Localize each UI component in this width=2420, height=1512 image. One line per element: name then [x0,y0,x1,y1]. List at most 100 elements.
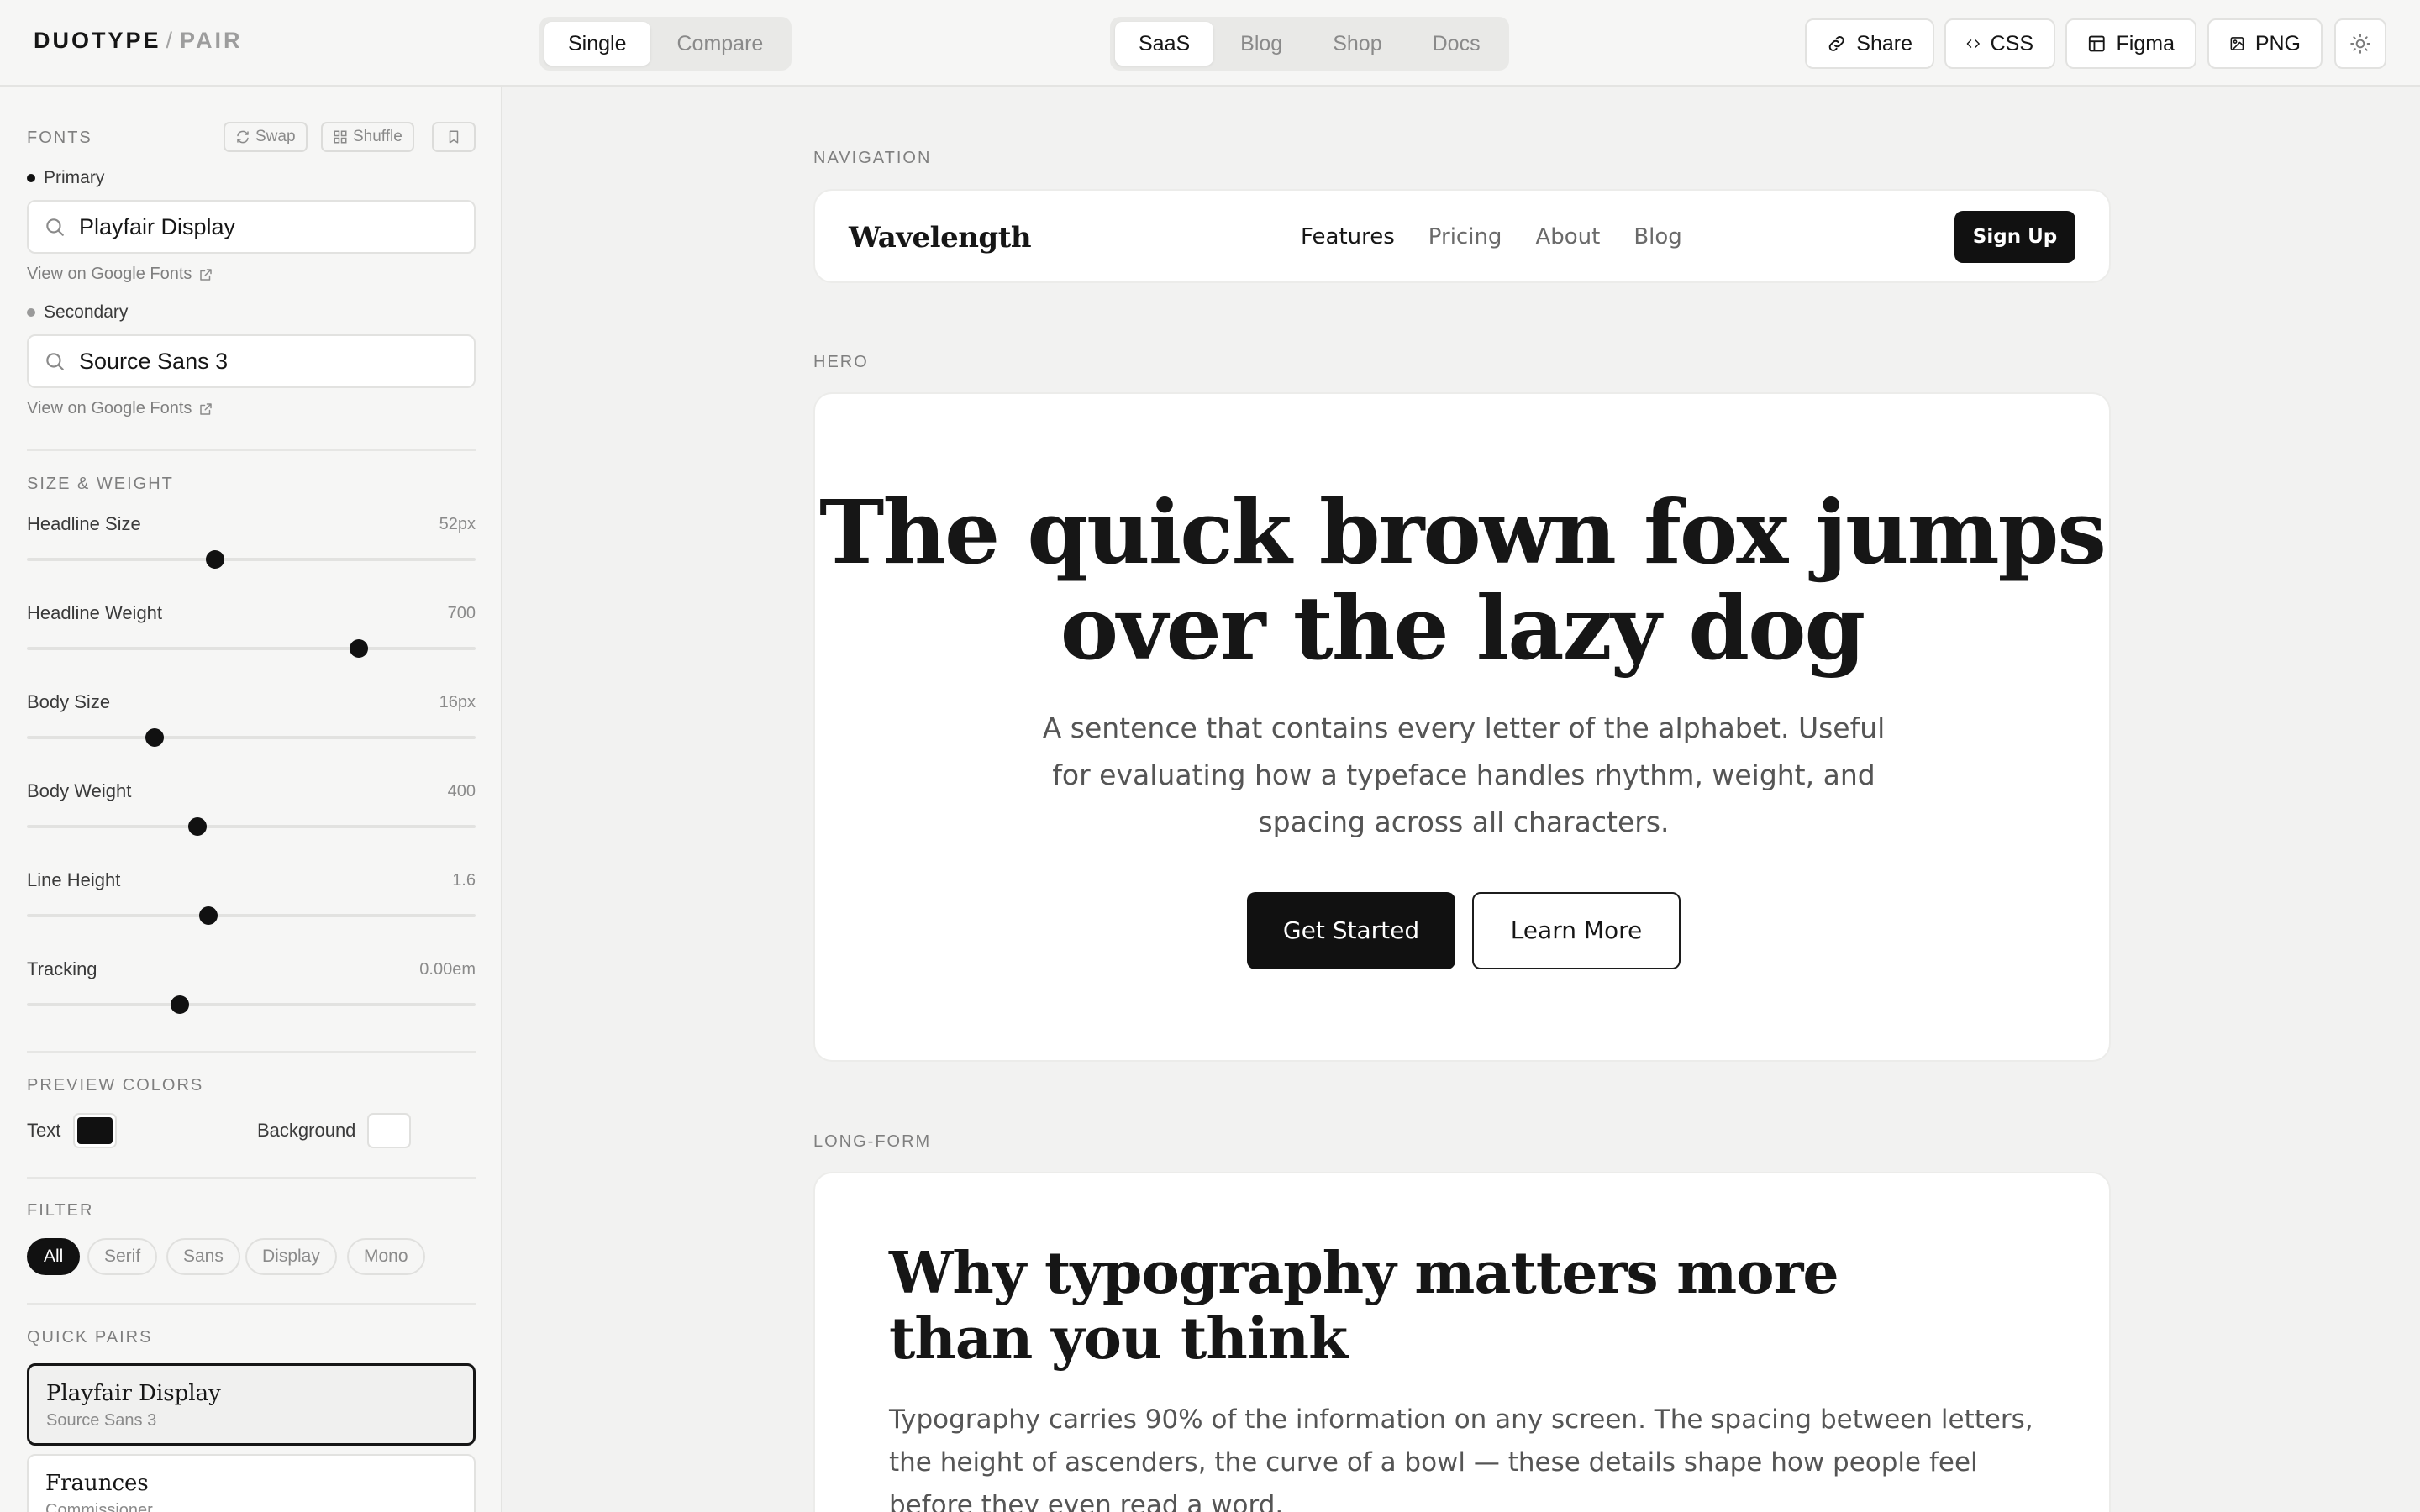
slider-value: 1.6 [452,871,476,890]
slider-label: Body Size [27,691,111,712]
tab-shop[interactable]: Shop [1309,22,1405,66]
secondary-google-fonts-link[interactable]: View on Google Fonts [27,399,213,418]
bookmark-icon [449,130,459,144]
fonts-section-label: FONTS [27,129,92,147]
tab-docs[interactable]: Docs [1409,22,1504,66]
nav-link-blog[interactable]: Blog [1634,224,1681,249]
png-label: PNG [2254,31,2301,55]
slider-value: 16px [439,693,476,711]
slider-row: Headline Size 52px [27,513,476,580]
grid-icon [334,130,347,144]
slider-track[interactable] [27,647,476,650]
css-label: CSS [1990,31,2033,55]
slider-row: Line Height 1.6 [27,869,476,937]
filter-chip-sans[interactable]: Sans [166,1238,240,1275]
filter-chip-mono[interactable]: Mono [347,1238,425,1275]
slider-track[interactable] [27,914,476,917]
primary-font-value: Playfair Display [79,213,236,239]
longform-section-label: LONG-FORM [813,1132,932,1151]
bookmark-button[interactable] [432,122,476,152]
hero-section-label: HERO [813,353,869,371]
hero-headline: The quick brown fox jumps over the lazy … [819,480,2107,680]
swap-icon [237,130,249,144]
link-icon [1828,36,1844,51]
longform-headline: Why typography matters more than you thi… [889,1240,1839,1373]
text-color-fill [77,1117,113,1144]
share-button[interactable]: Share [1805,18,1934,69]
primary-font-search[interactable]: Playfair Display [27,200,476,254]
slider-track[interactable] [27,558,476,561]
filter-chip-display[interactable]: Display [245,1238,337,1275]
slider-track[interactable] [27,736,476,739]
slider-label: Line Height [27,869,121,890]
quick-pair-secondary: Commissioner [45,1501,153,1512]
quick-pair-card[interactable]: Fraunces Commissioner [27,1454,476,1512]
tab-single[interactable]: Single [544,22,650,66]
slider-thumb[interactable] [206,550,225,569]
slider-value: 700 [447,604,476,622]
sign-up-button[interactable]: Sign Up [1954,211,2075,263]
slider-thumb[interactable] [170,995,189,1014]
slider-track[interactable] [27,1003,476,1006]
slider-value: 52px [439,515,476,533]
filter-chip-all[interactable]: All [27,1238,81,1275]
primary-font-label: Primary [27,168,104,188]
hero-body: A sentence that contains every letter of… [1042,711,1886,838]
external-link-icon [200,268,213,281]
nav-brand[interactable]: Wavelength [849,221,1032,255]
css-button[interactable]: CSS [1944,18,2055,69]
layout-icon [2088,35,2105,52]
navigation-preview-card: Wavelength Features Pricing About Blog S… [813,189,2111,283]
navigation-section-label: NAVIGATION [813,149,932,167]
shuffle-button[interactable]: Shuffle [321,122,414,152]
secondary-font-search[interactable]: Source Sans 3 [27,334,476,388]
slider-label: Body Weight [27,780,132,801]
tab-blog[interactable]: Blog [1217,22,1306,66]
quick-pair-primary: Fraunces [45,1471,149,1496]
slider-thumb[interactable] [187,817,207,836]
slider-thumb[interactable] [350,639,369,658]
slider-row: Headline Weight 700 [27,602,476,669]
secondary-google-fonts-text: View on Google Fonts [27,399,192,417]
sidebar: FONTS Swap Shuffle Primary Playfair Disp… [0,87,502,1512]
text-color-swatch[interactable] [73,1113,117,1148]
background-color-fill [371,1117,407,1144]
top-bar: DUOTYPE / PAIR Single Compare SaaS Blog Sh… [0,0,2420,87]
secondary-dot [27,308,35,317]
theme-toggle-button[interactable] [2334,18,2386,69]
primary-google-fonts-link[interactable]: View on Google Fonts [27,265,213,284]
divider [27,1303,476,1305]
nav-link-about[interactable]: About [1535,224,1600,249]
quick-pair-card[interactable]: Playfair Display Source Sans 3 [27,1363,476,1446]
get-started-button[interactable]: Get Started [1247,892,1455,969]
nav-link-features[interactable]: Features [1301,224,1395,249]
preview-colors-section-label: PREVIEW COLORS [27,1076,204,1095]
slider-label: Tracking [27,958,97,979]
slider-thumb[interactable] [145,728,165,747]
slider-row: Body Size 16px [27,691,476,759]
filter-chip-serif[interactable]: Serif [87,1238,158,1275]
learn-more-button[interactable]: Learn More [1472,892,1681,969]
slider-value: 0.00em [419,960,476,979]
quick-pair-primary: Playfair Display [46,1381,221,1406]
search-icon [46,353,64,370]
divider [27,449,476,451]
slider-track[interactable] [27,825,476,828]
tab-saas[interactable]: SaaS [1115,22,1214,66]
secondary-font-value: Source Sans 3 [79,348,229,374]
nav-link-pricing[interactable]: Pricing [1428,224,1502,249]
mode-toggle: Single Compare [539,17,792,71]
figma-button[interactable]: Figma [2065,18,2196,69]
search-icon [46,218,64,236]
longform-body: Typography carries 90% of the informatio… [889,1404,2033,1512]
tab-compare[interactable]: Compare [654,22,787,66]
background-color-label: Background [257,1120,356,1141]
swap-button[interactable]: Swap [224,122,308,152]
primary-dot [27,174,35,182]
background-color-swatch[interactable] [367,1113,411,1148]
slider-thumb[interactable] [199,906,218,925]
app-logo[interactable]: DUOTYPE / PAIR [34,28,243,54]
nav-links: Features Pricing About Blog [1301,224,1682,249]
logo-secondary: PAIR [180,28,243,53]
png-button[interactable]: PNG [2207,18,2323,69]
